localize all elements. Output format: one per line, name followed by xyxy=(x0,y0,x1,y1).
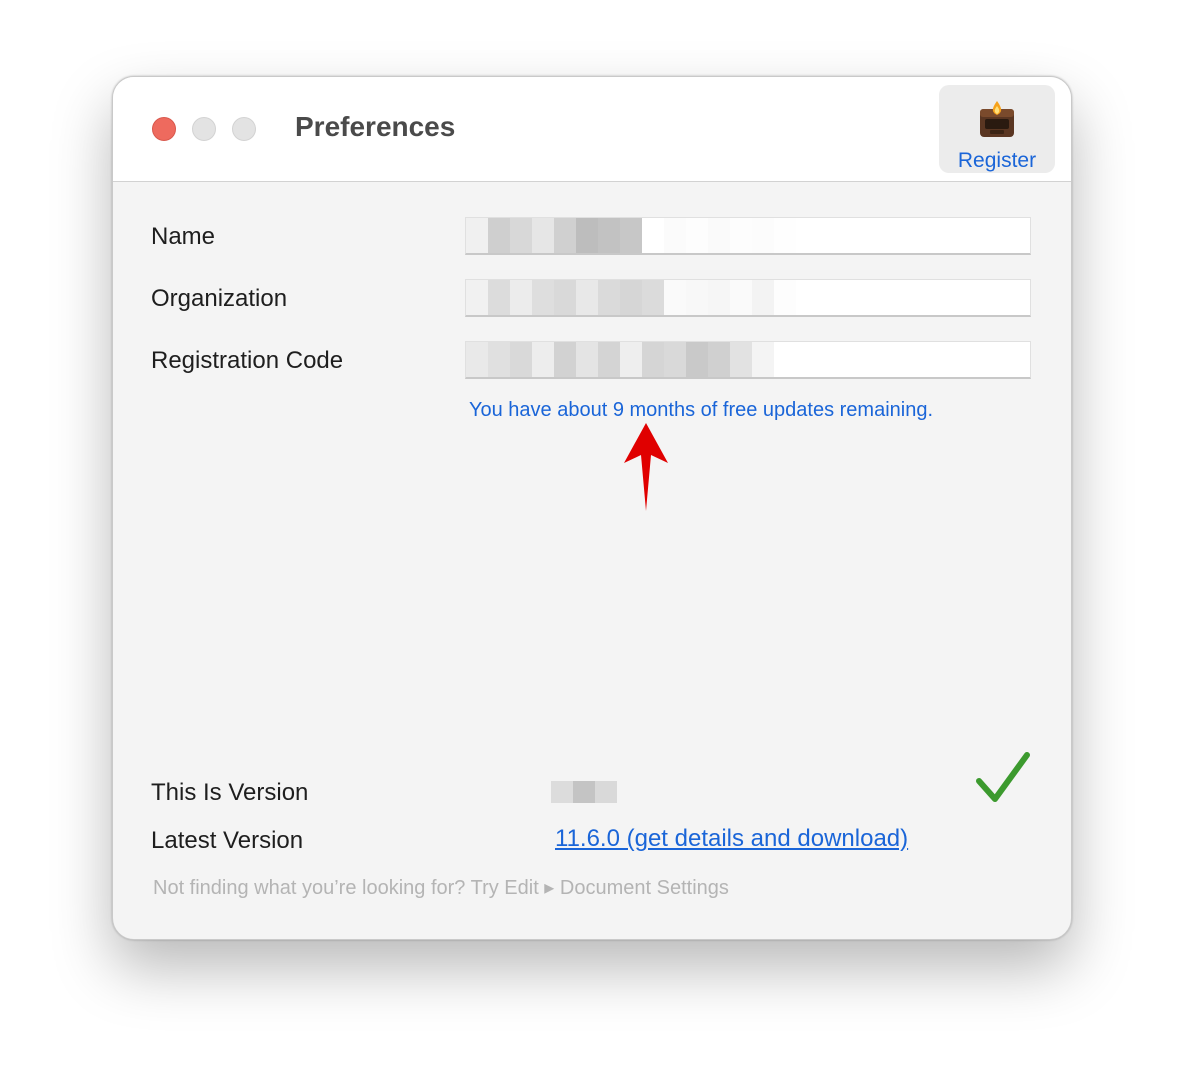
window-title: Preferences xyxy=(295,111,456,142)
registration-code-label: Registration Code xyxy=(151,347,344,374)
close-window-button[interactable] xyxy=(152,117,176,141)
organization-field[interactable] xyxy=(465,279,1031,317)
name-redaction xyxy=(466,218,796,253)
register-label: Register xyxy=(957,149,1037,172)
register-tab[interactable]: Register xyxy=(939,85,1055,173)
organization-redaction xyxy=(466,280,796,315)
organization-label: Organization xyxy=(151,285,288,312)
name-label: Name xyxy=(151,223,216,250)
preferences-window: Preferences Register Name Organization R… xyxy=(112,76,1072,940)
annotation-arrow-icon xyxy=(624,423,668,511)
register-app-icon xyxy=(980,101,1014,137)
zoom-window-button[interactable] xyxy=(232,117,256,141)
checkmark-icon xyxy=(976,752,1030,802)
registration-code-redaction xyxy=(466,342,796,377)
latest-version-label: Latest Version xyxy=(151,827,304,854)
free-updates-notice: You have about 9 months of free updates … xyxy=(469,399,934,421)
this-is-version-value xyxy=(551,781,617,803)
minimize-window-button[interactable] xyxy=(192,117,216,141)
settings-hint: Not finding what you’re looking for? Try… xyxy=(153,877,729,899)
title-bar: Preferences Register xyxy=(113,77,1071,182)
this-is-version-label: This Is Version xyxy=(151,779,309,806)
latest-version-download-link[interactable]: 11.6.0 (get details and download) xyxy=(555,825,908,853)
name-field[interactable] xyxy=(465,217,1031,255)
registration-code-field[interactable] xyxy=(465,341,1031,379)
